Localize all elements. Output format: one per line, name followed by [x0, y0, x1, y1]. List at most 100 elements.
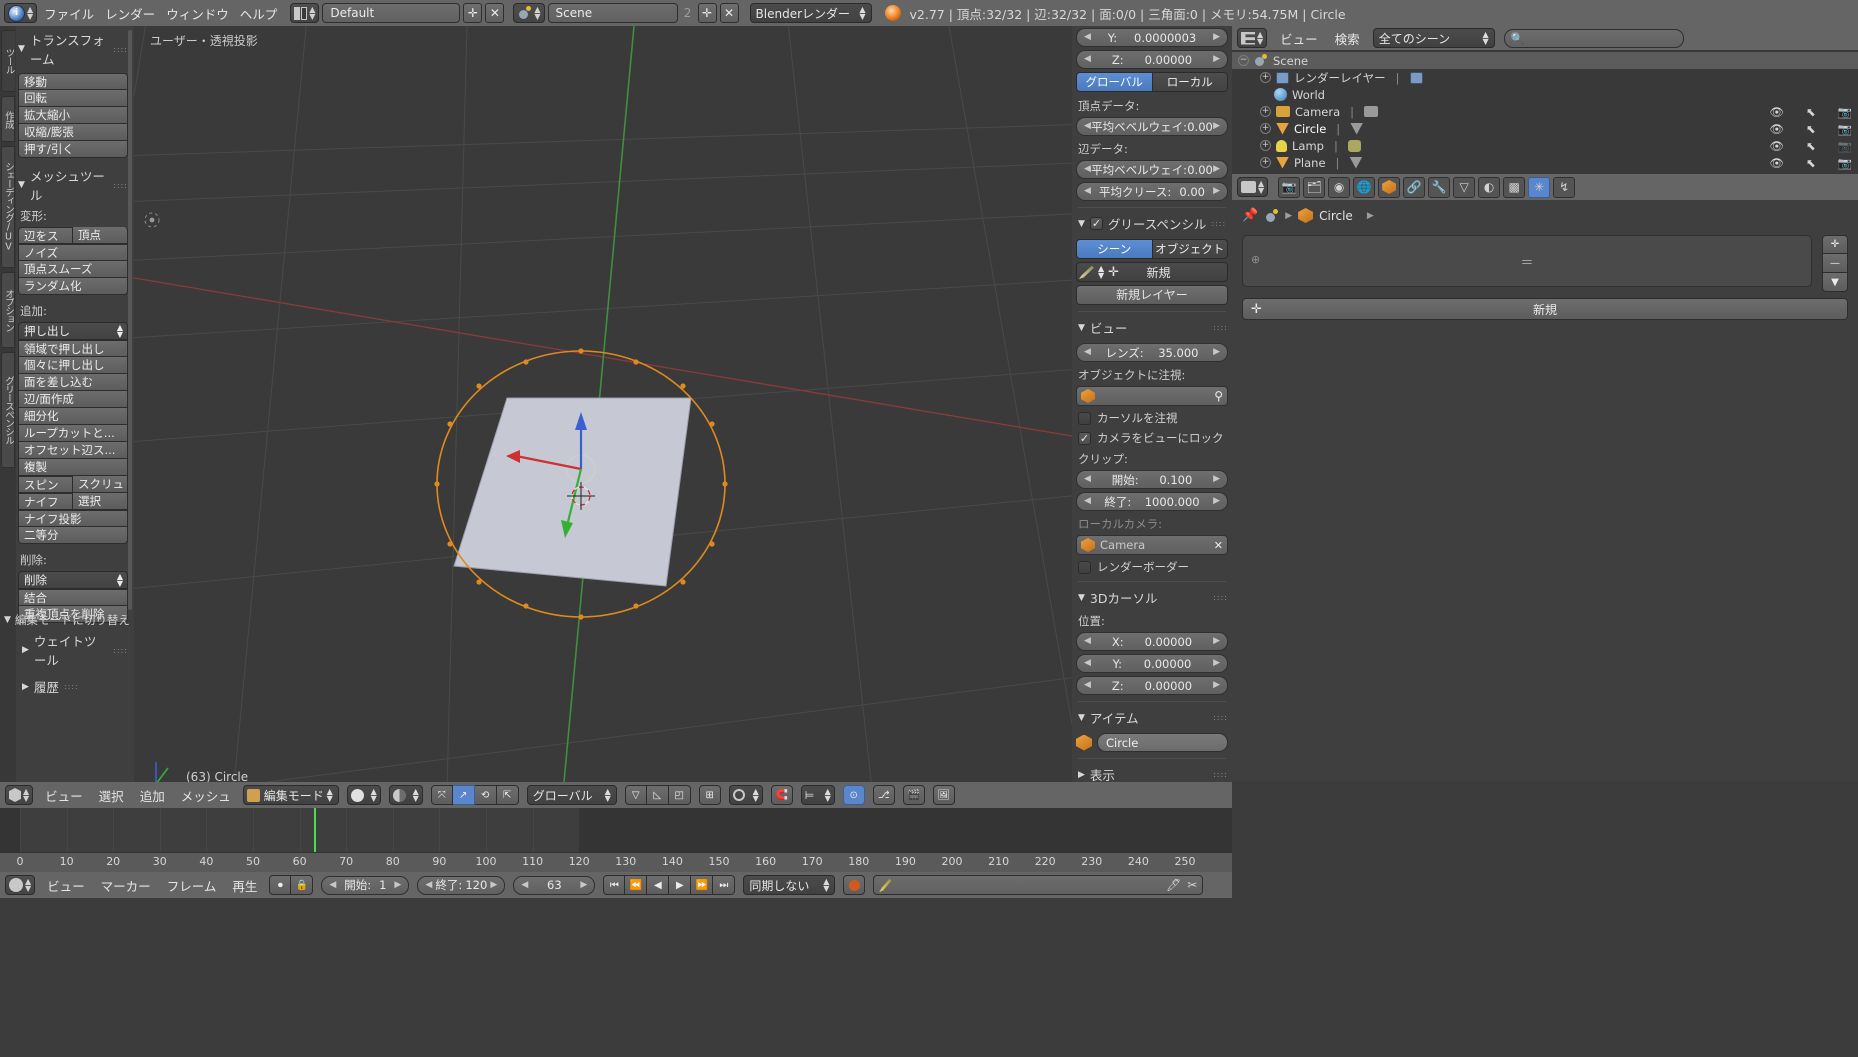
increment-arrow-icon[interactable]: ▶ — [490, 880, 497, 890]
menu-render[interactable]: レンダー — [101, 4, 159, 23]
outliner-row-render-layers[interactable]: + レンダーレイヤー | — [1232, 69, 1858, 86]
limit-selection-visible-button[interactable]: ⊞ — [698, 785, 721, 805]
layers-icon[interactable] — [1409, 71, 1423, 84]
increment-arrow-icon[interactable]: ▶ — [1213, 55, 1220, 64]
next-keyframe-button[interactable]: ⏩ — [691, 875, 714, 895]
frame-end-field[interactable]: ◀ 終了: 120 ▶ — [417, 875, 506, 895]
menu-window[interactable]: ウィンドウ — [162, 4, 233, 23]
render-border-row[interactable]: レンダーボーダー — [1078, 559, 1228, 575]
increment-arrow-icon[interactable]: ▶ — [1213, 475, 1220, 484]
increment-arrow-icon[interactable]: ▶ — [1213, 497, 1220, 506]
particle-system-list[interactable]: ⊕ ＝ — [1242, 235, 1812, 287]
outliner-row-circle[interactable]: + Circle | 👁 ⬉ 📷 — [1232, 120, 1858, 137]
tool-screw[interactable]: スクリュ — [73, 476, 128, 493]
list-grip-icon[interactable]: ＝ — [1520, 252, 1533, 271]
vertex-bevel-weight-field[interactable]: ◀ 平均ベベルウェイ: 0.00 ▶ — [1076, 117, 1228, 136]
blender-menu-button[interactable]: i ▲ ▼ — [4, 3, 38, 23]
edge-bevel-weight-field[interactable]: ◀ 平均ベベルウェイ: 0.00 ▶ — [1076, 160, 1228, 179]
increment-arrow-icon[interactable]: ▶ — [1213, 348, 1220, 357]
tool-rotate[interactable]: 回転 — [18, 90, 128, 107]
tool-shelf-scrollbar[interactable] — [128, 30, 132, 610]
camera-data-icon[interactable] — [1364, 106, 1379, 117]
outliner-menu-view[interactable]: ビュー — [1276, 29, 1322, 48]
outliner-editor-type-button[interactable]: ▲ ▼ — [1237, 28, 1268, 48]
tool-move[interactable]: 移動 — [18, 73, 128, 90]
interaction-mode-select[interactable]: 編集モード ▲ ▼ — [242, 785, 339, 805]
mesh-data-icon[interactable] — [1349, 156, 1363, 169]
render-opengl-button[interactable]: 🖼 — [932, 785, 955, 805]
timeline-editor-type-button[interactable]: ▲ ▼ — [5, 875, 36, 895]
tool-knife[interactable]: ナイフ — [18, 493, 73, 510]
grease-pencil-new-row[interactable]: ▲ ▼ ✛ 新規 — [1076, 262, 1228, 282]
render-border-checkbox[interactable] — [1078, 560, 1091, 574]
visibility-eye-icon[interactable]: 👁 — [1769, 156, 1784, 170]
local-camera-field[interactable]: Camera ✕ — [1076, 535, 1228, 555]
panel-transform-header[interactable]: ▼ トランスフォーム :::: — [18, 30, 128, 68]
selectability-cursor-icon[interactable]: ⬉ — [1806, 156, 1816, 170]
render-engine-select[interactable]: Blenderレンダー ▲ ▼ — [749, 3, 872, 23]
lock-keyframe-button[interactable]: 🔒 — [291, 875, 314, 895]
edge-crease-field[interactable]: ◀ 平均クリース: 0.00 ▶ — [1076, 182, 1228, 201]
3d-viewport[interactable]: ユーザー・透視投影 (63) Circle — [134, 26, 1072, 782]
visibility-eye-icon[interactable]: 👁 — [1769, 139, 1784, 153]
decrement-arrow-icon[interactable]: ◀ — [1084, 187, 1091, 196]
decrement-arrow-icon[interactable]: ◀ — [1084, 165, 1091, 174]
decrement-arrow-icon[interactable]: ◀ — [1084, 637, 1091, 646]
add-scene-button[interactable]: ✛ — [697, 3, 717, 23]
decrement-arrow-icon[interactable]: ◀ — [1084, 122, 1091, 131]
cursor-z-field[interactable]: ◀ Z: 0.00000 ▶ — [1076, 676, 1228, 695]
tool-spin[interactable]: スピン — [18, 476, 73, 493]
frame-start-field[interactable]: ◀ 開始: 1 ▶ — [321, 875, 410, 895]
lamp-data-icon[interactable] — [1347, 139, 1361, 152]
outliner-row-camera[interactable]: + Camera | 👁 ⬉ 📷 — [1232, 103, 1858, 120]
expand-icon[interactable]: + — [1260, 140, 1271, 151]
expand-icon[interactable]: + — [1260, 123, 1271, 134]
manipulator-scale-button[interactable]: ⇱ — [496, 785, 519, 805]
jump-to-start-button[interactable]: ⏮ — [603, 875, 626, 895]
outliner-display-mode-select[interactable]: 全てのシーン ▲ ▼ — [1372, 28, 1495, 48]
pivot-point-select[interactable]: ▲ ▼ — [388, 785, 423, 805]
renderability-camera-icon[interactable]: 📷 — [1838, 139, 1852, 153]
outliner-row-lamp[interactable]: + Lamp | 👁 ⬉ 📷 — [1232, 137, 1858, 154]
render-button[interactable]: 🎬 — [902, 785, 925, 805]
decrement-arrow-icon[interactable]: ◀ — [1084, 659, 1091, 668]
tool-tab-grease-pencil[interactable]: グリースペンシル — [1, 352, 15, 468]
increment-arrow-icon[interactable]: ▶ — [580, 880, 587, 890]
timeline-keyframe-area[interactable] — [0, 808, 1232, 852]
tool-select[interactable]: 選択 — [73, 493, 128, 510]
prop-tab-object[interactable] — [1378, 176, 1401, 198]
tool-bisect[interactable]: 二等分 — [18, 527, 128, 544]
pin-icon[interactable]: 📌 — [1242, 208, 1258, 223]
increment-arrow-icon[interactable]: ▶ — [1213, 187, 1220, 196]
increment-arrow-icon[interactable]: ▶ — [1213, 122, 1220, 131]
vertex-select-mode-button[interactable]: ▽ — [624, 785, 647, 805]
jump-to-end-button[interactable]: ⏭ — [713, 875, 736, 895]
prop-tab-modifiers[interactable]: 🔧 — [1428, 176, 1451, 198]
decrement-arrow-icon[interactable]: ◀ — [425, 880, 432, 890]
tool-push-pull[interactable]: 押す/引く — [18, 141, 128, 158]
lock-camera-checkbox[interactable]: ✓ — [1078, 431, 1091, 445]
snap-element-select[interactable]: ⊨ ▲ ▼ — [800, 785, 835, 805]
vp-menu-view[interactable]: ビュー — [41, 786, 87, 805]
tool-smooth-vertex[interactable]: 頂点スムーズ — [18, 261, 128, 278]
play-button[interactable]: ▶ — [669, 875, 692, 895]
tool-delete-dropdown[interactable]: 削除 ▲ ▼ — [18, 571, 128, 589]
panel-item-header[interactable]: ▼ アイテム :::: — [1078, 708, 1228, 727]
panel-3d-cursor-header[interactable]: ▼ 3Dカーソル :::: — [1078, 588, 1228, 607]
increment-arrow-icon[interactable]: ▶ — [1213, 33, 1220, 42]
vp-menu-add[interactable]: 追加 — [136, 786, 169, 805]
clip-end-field[interactable]: ◀ 終了: 1000.000 ▶ — [1076, 492, 1228, 511]
lock-object-field[interactable]: ⚲ — [1076, 386, 1228, 406]
prop-tab-physics[interactable]: ↯ — [1553, 176, 1576, 198]
outliner-row-world[interactable]: World — [1232, 86, 1858, 103]
scene-icon-button[interactable]: ▲ ▼ — [513, 3, 545, 23]
tl-menu-frame[interactable]: フレーム — [163, 876, 221, 895]
cursor-x-field[interactable]: ◀ X: 0.00000 ▶ — [1076, 632, 1228, 651]
add-screen-layout-button[interactable]: ✛ — [463, 3, 483, 23]
add-particle-system-button[interactable]: ✛ — [1822, 235, 1848, 254]
mesh-data-icon[interactable] — [1350, 122, 1364, 135]
tool-extrude-region[interactable]: 領域で押し出し — [18, 340, 128, 357]
edge-select-mode-button[interactable]: ◺ — [646, 785, 669, 805]
gp-object-button[interactable]: オブジェクト — [1152, 239, 1228, 259]
manipulator-rotate-button[interactable]: ⟲ — [474, 785, 497, 805]
